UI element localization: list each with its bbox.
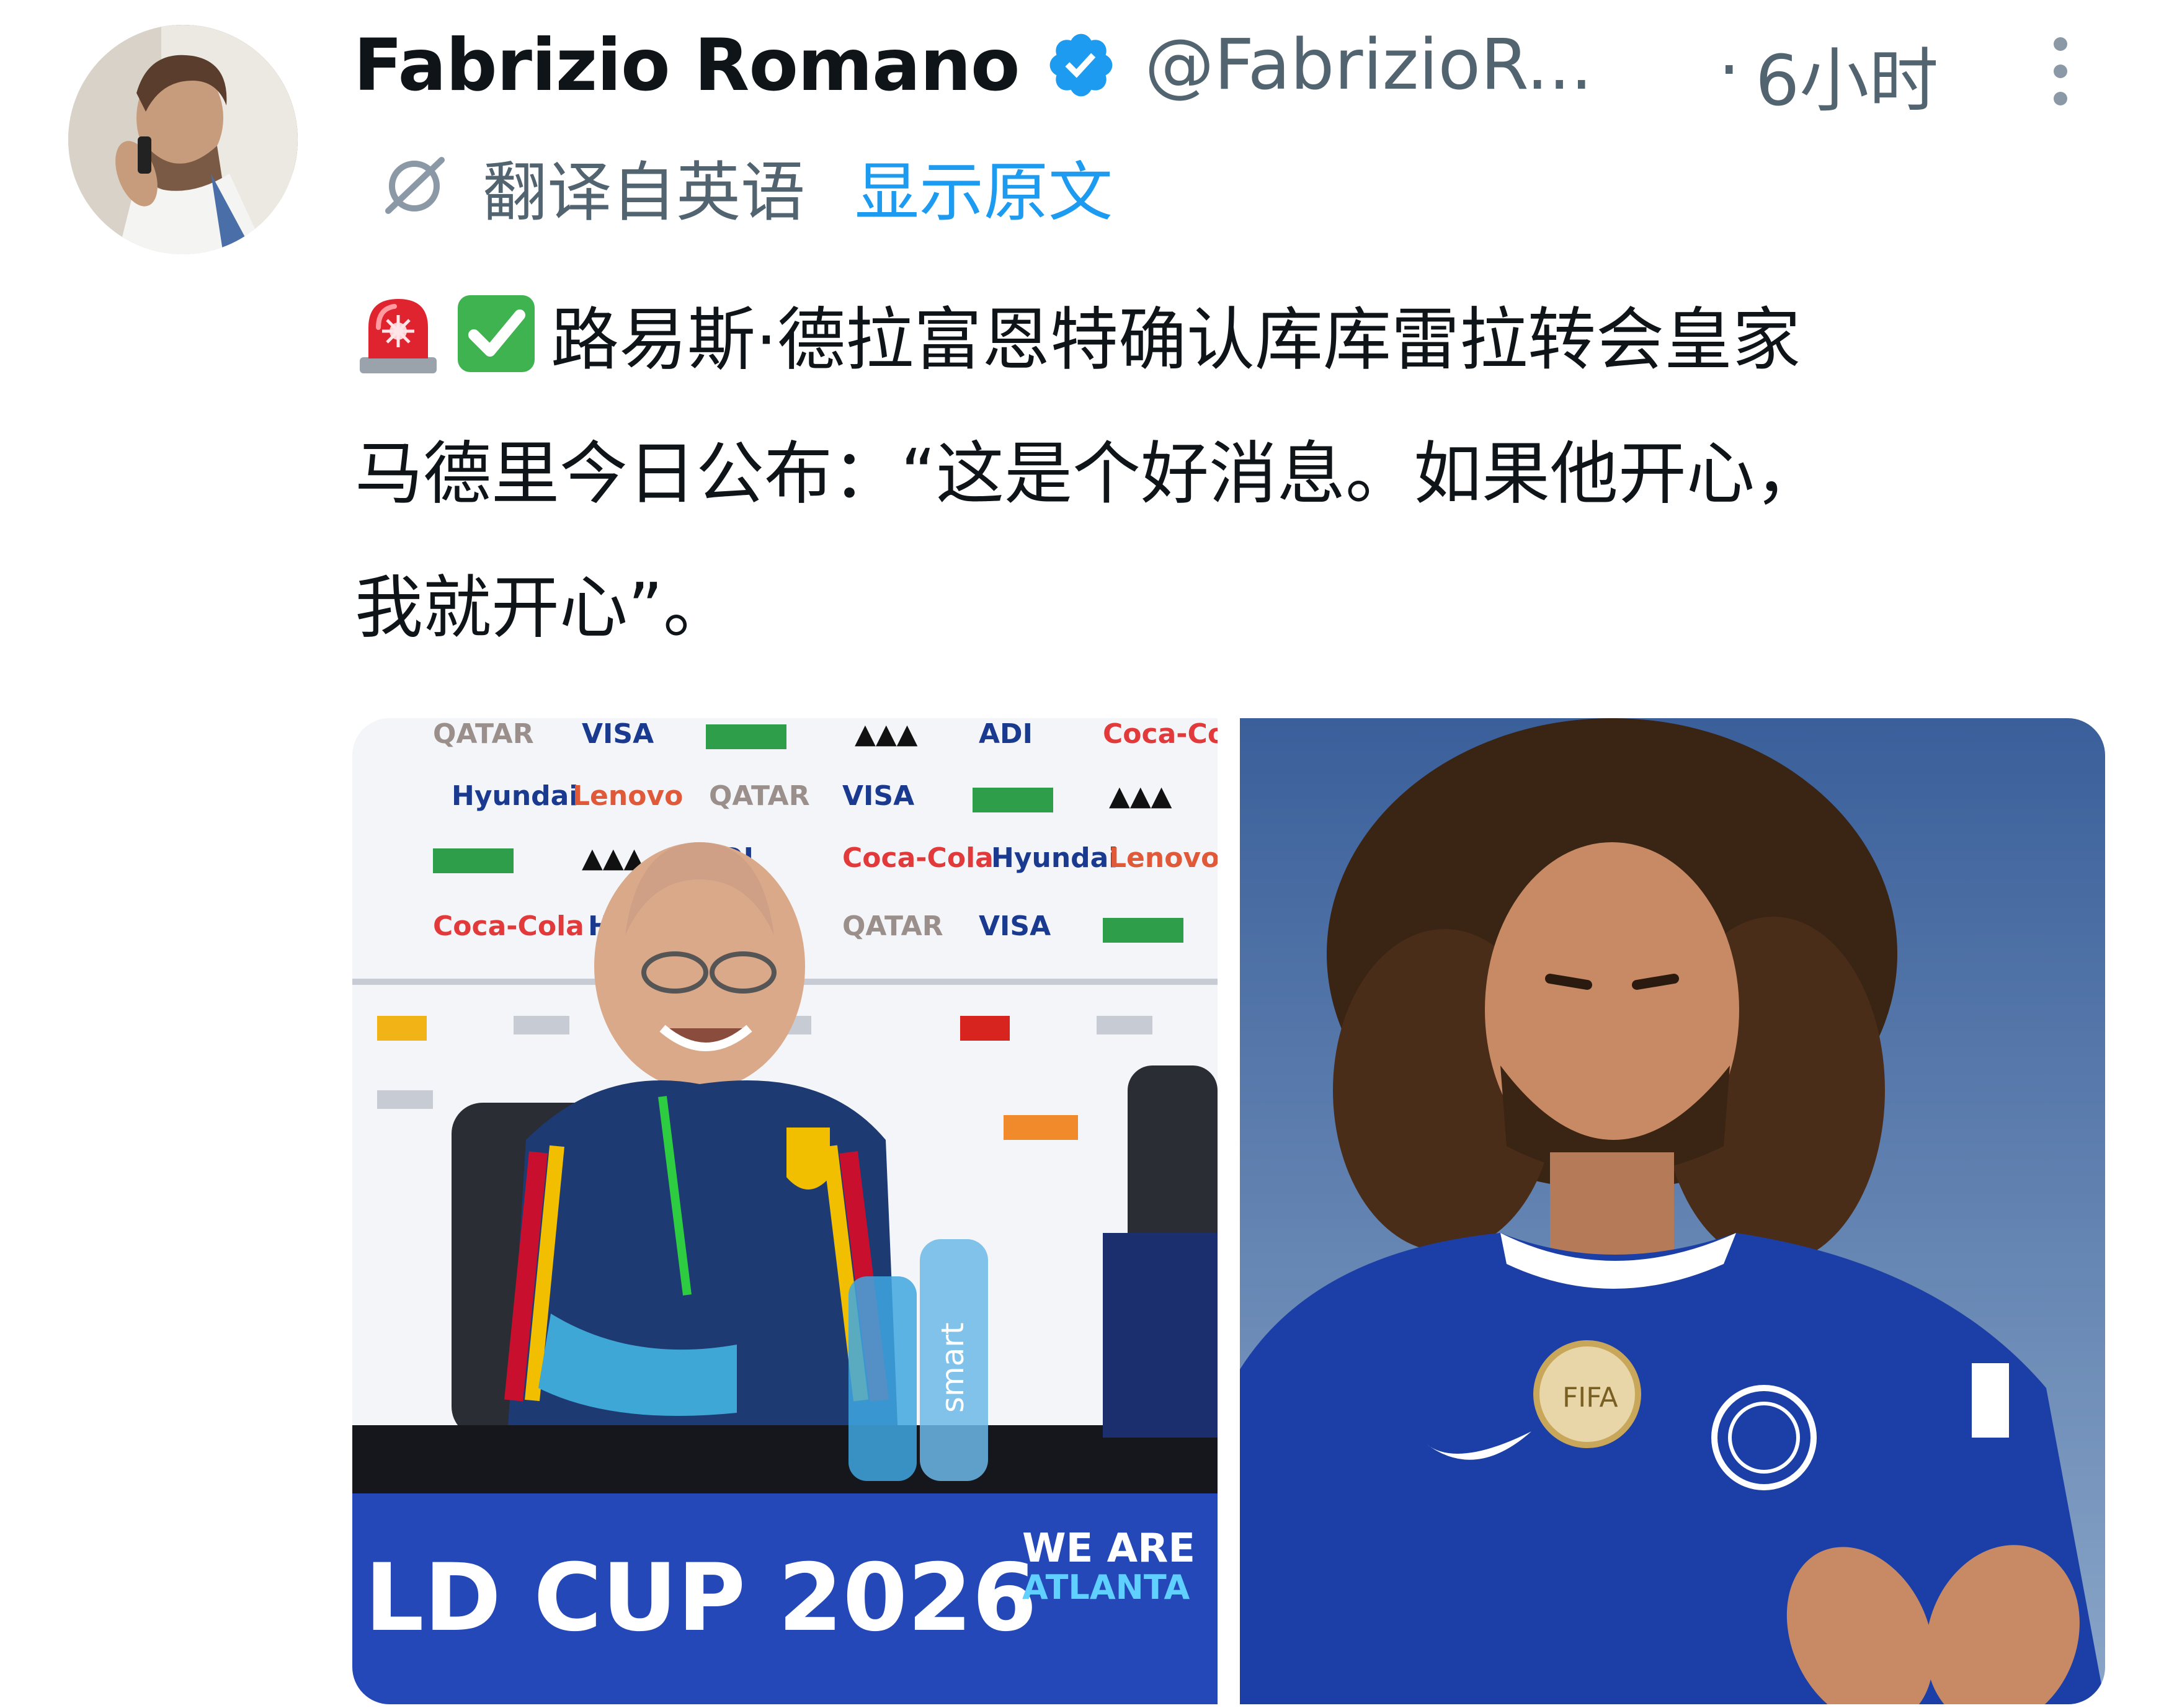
svg-text:VISA: VISA bbox=[842, 780, 914, 812]
banner-world-cup-text: LD CUP 2026 bbox=[365, 1544, 1037, 1652]
sponsor-adi: ADI bbox=[979, 718, 1033, 750]
svg-text:Hyundai: Hyundai bbox=[991, 842, 1118, 874]
svg-text:VISA: VISA bbox=[979, 910, 1051, 942]
svg-text:▲▲▲: ▲▲▲ bbox=[1109, 780, 1172, 812]
verified-badge-icon bbox=[1044, 29, 1118, 102]
svg-text:Hyundai: Hyundai bbox=[452, 780, 578, 812]
banner-we-are-text: WE ARE bbox=[1022, 1526, 1195, 1572]
translated-from-label: 翻译自英语 bbox=[483, 154, 806, 230]
banner-atlanta-text: ATLANTA bbox=[1022, 1568, 1190, 1607]
police-light-emoji bbox=[355, 287, 442, 373]
sponsor-qatar-1: QATAR bbox=[433, 718, 534, 750]
bottle-label: smart bbox=[935, 1322, 971, 1413]
tweet-text: 路易斯·德拉富恩特确认库库雷拉转会皇家 马德里今日公布：“这是个好消息。如果他开… bbox=[355, 273, 2110, 675]
svg-text:Lenovo: Lenovo bbox=[1109, 842, 1218, 874]
avatar[interactable] bbox=[68, 25, 298, 254]
translate-icon bbox=[377, 149, 452, 223]
tweet-header: Fabrizio Romano @FabrizioR... bbox=[354, 12, 1593, 118]
show-original-link[interactable]: 显示原文 bbox=[855, 140, 1113, 233]
timestamp[interactable]: 6小时 bbox=[1755, 25, 1938, 125]
translation-row: 翻译自英语 显示原文 bbox=[377, 143, 1113, 230]
sponsor-coke-1: Coca-Cola bbox=[1103, 718, 1218, 750]
tweet-text-line-3: 我就开心”。 bbox=[355, 568, 731, 647]
svg-text:QATAR: QATAR bbox=[842, 910, 943, 942]
photo-footballer[interactable]: FIFA bbox=[1240, 718, 2105, 1704]
svg-text:Coca-Cola: Coca-Cola bbox=[433, 910, 584, 942]
check-mark-emoji bbox=[453, 287, 540, 373]
sponsor-visa-1: VISA bbox=[582, 718, 654, 750]
tweet-text-line-2: 马德里今日公布：“这是个好消息。如果他开心， bbox=[355, 434, 1823, 514]
svg-text:QATAR: QATAR bbox=[709, 780, 810, 812]
svg-text:Lenovo: Lenovo bbox=[572, 780, 683, 812]
tweet-text-line-1-text: 路易斯·德拉富恩特确认库库雷拉转会皇家 bbox=[551, 300, 1801, 380]
fifa-badge-text: FIFA bbox=[1562, 1382, 1618, 1413]
tweet-text-line-1: 路易斯·德拉富恩特确认库库雷拉转会皇家 bbox=[355, 273, 2110, 407]
svg-text:Coca-Cola: Coca-Cola bbox=[842, 842, 994, 874]
tweet-card[interactable]: Fabrizio Romano @FabrizioR... · 6小时 翻译自英… bbox=[0, 0, 2169, 1708]
sponsor-adidas-1: ▲▲▲ bbox=[855, 718, 918, 750]
display-name[interactable]: Fabrizio Romano bbox=[354, 24, 1020, 107]
photo-press-conference[interactable]: QATAR VISA ▲▲▲ ADI Coca-Cola Hyundai Len… bbox=[352, 718, 1218, 1704]
more-options-icon[interactable] bbox=[2036, 25, 2085, 118]
media-grid: QATAR VISA ▲▲▲ ADI Coca-Cola Hyundai Len… bbox=[352, 718, 2105, 1704]
time-separator: · bbox=[1718, 30, 1740, 110]
handle[interactable]: @FabrizioR... bbox=[1145, 25, 1593, 105]
